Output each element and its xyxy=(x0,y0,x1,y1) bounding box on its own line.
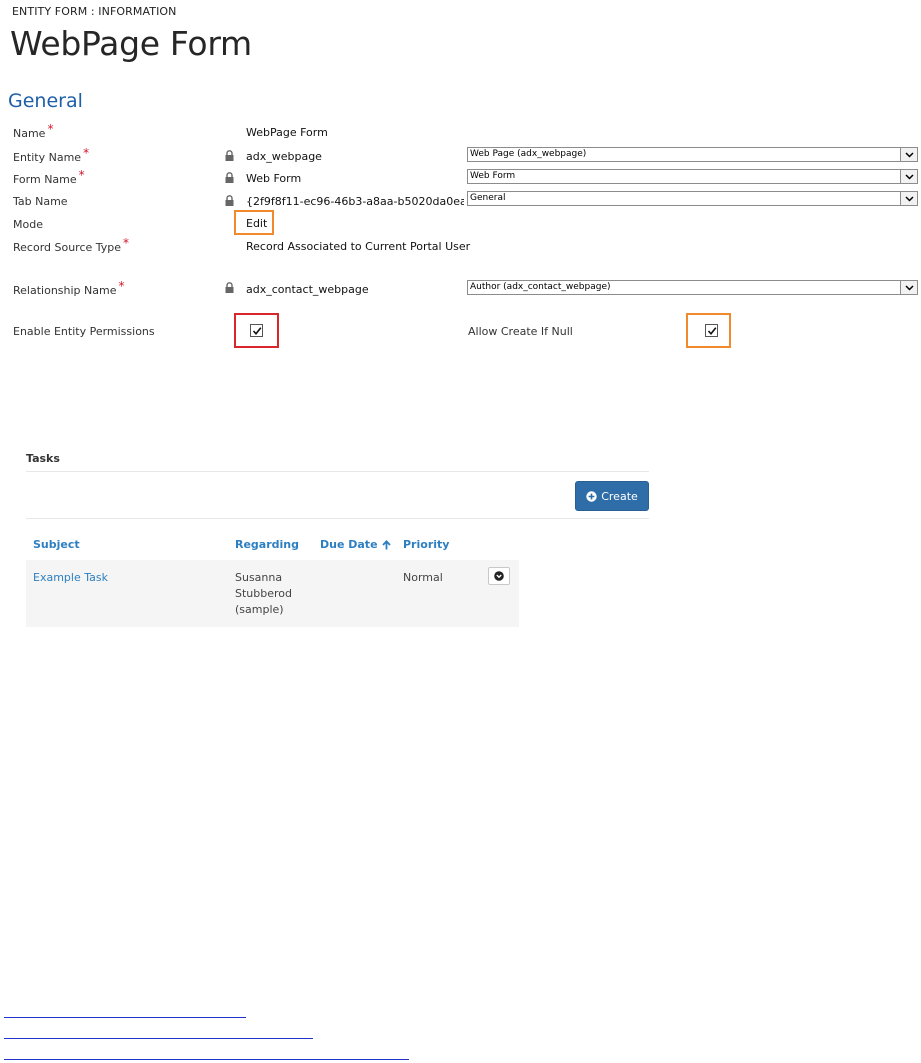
checkmark-icon xyxy=(252,326,261,335)
task-regarding-line: Stubberod xyxy=(235,587,292,600)
page-title: WebPage Form xyxy=(10,24,252,63)
task-regarding: Susanna Stubberod (sample) xyxy=(235,570,292,618)
footer-link-underline[interactable] xyxy=(4,1059,409,1060)
chevron-down-icon[interactable] xyxy=(900,281,917,294)
create-button[interactable]: Create xyxy=(575,481,649,511)
tab-name-label: Tab Name xyxy=(13,195,68,208)
form-name-label: Form Name * xyxy=(13,168,85,186)
name-value: WebPage Form xyxy=(246,126,328,139)
lock-icon xyxy=(225,282,234,293)
enable-entity-permissions-checkbox[interactable] xyxy=(250,324,263,337)
relationship-name-label: Relationship Name * xyxy=(13,279,125,297)
entity-name-select-value: Web Page (adx_webpage) xyxy=(470,149,587,159)
checkmark-icon xyxy=(707,326,716,335)
mode-value: Edit xyxy=(246,217,268,230)
divider xyxy=(26,471,649,472)
entity-form-label: ENTITY FORM : INFORMATION xyxy=(12,5,177,18)
allow-create-if-null-checkbox[interactable] xyxy=(705,324,718,337)
task-regarding-line: (sample) xyxy=(235,603,284,616)
lock-icon xyxy=(225,195,234,206)
tab-name-select-value: General xyxy=(470,193,506,203)
tab-name-value: {2f9f8f11-ec96-46b3-a8aa-b5020da0eac0} xyxy=(246,195,464,208)
task-priority: Normal xyxy=(403,571,443,584)
required-marker: * xyxy=(118,279,125,293)
column-header-due-date[interactable]: Due Date xyxy=(320,538,391,551)
relationship-name-select[interactable]: Author (adx_contact_webpage) xyxy=(467,280,918,295)
entity-name-value: adx_webpage xyxy=(246,150,322,163)
required-marker: * xyxy=(83,146,90,160)
chevron-down-icon[interactable] xyxy=(900,148,917,161)
record-source-type-value: Record Associated to Current Portal User xyxy=(246,240,471,253)
row-action-button[interactable] xyxy=(488,567,510,585)
lock-icon xyxy=(225,150,234,161)
allow-create-if-null-label: Allow Create If Null xyxy=(468,325,573,338)
arrow-up-icon xyxy=(381,539,391,549)
tasks-title: Tasks xyxy=(26,452,60,465)
required-marker: * xyxy=(47,122,54,136)
relationship-name-value: adx_contact_webpage xyxy=(246,283,369,296)
entity-name-select[interactable]: Web Page (adx_webpage) xyxy=(467,147,918,162)
form-name-select-value: Web Form xyxy=(470,171,516,181)
create-button-label: Create xyxy=(601,489,638,503)
section-title-general: General xyxy=(8,90,83,112)
entity-name-label: Entity Name * xyxy=(13,146,90,164)
lock-icon xyxy=(225,172,234,183)
task-regarding-line: Susanna xyxy=(235,571,283,584)
chevron-down-circle-icon xyxy=(494,571,504,581)
name-label: Name * xyxy=(13,122,54,140)
required-marker: * xyxy=(123,236,130,250)
task-subject-link[interactable]: Example Task xyxy=(33,570,108,586)
footer-link-underline[interactable] xyxy=(4,1017,246,1018)
chevron-down-icon[interactable] xyxy=(900,170,917,183)
divider xyxy=(26,518,649,519)
column-header-due-date-label: Due Date xyxy=(320,538,378,551)
plus-circle-icon xyxy=(586,490,597,502)
record-source-type-label: Record Source Type * xyxy=(13,236,130,254)
required-marker: * xyxy=(78,168,85,182)
column-header-priority[interactable]: Priority xyxy=(403,538,449,551)
relationship-name-select-value: Author (adx_contact_webpage) xyxy=(470,282,611,292)
footer-link-underline[interactable] xyxy=(4,1038,313,1039)
mode-label: Mode xyxy=(13,218,43,231)
column-header-regarding[interactable]: Regarding xyxy=(235,538,299,551)
enable-entity-permissions-label: Enable Entity Permissions xyxy=(13,325,155,338)
chevron-down-icon[interactable] xyxy=(900,192,917,205)
form-name-value: Web Form xyxy=(246,172,302,185)
form-name-select[interactable]: Web Form xyxy=(467,169,918,184)
tab-name-select[interactable]: General xyxy=(467,191,918,206)
column-header-subject[interactable]: Subject xyxy=(33,538,80,551)
